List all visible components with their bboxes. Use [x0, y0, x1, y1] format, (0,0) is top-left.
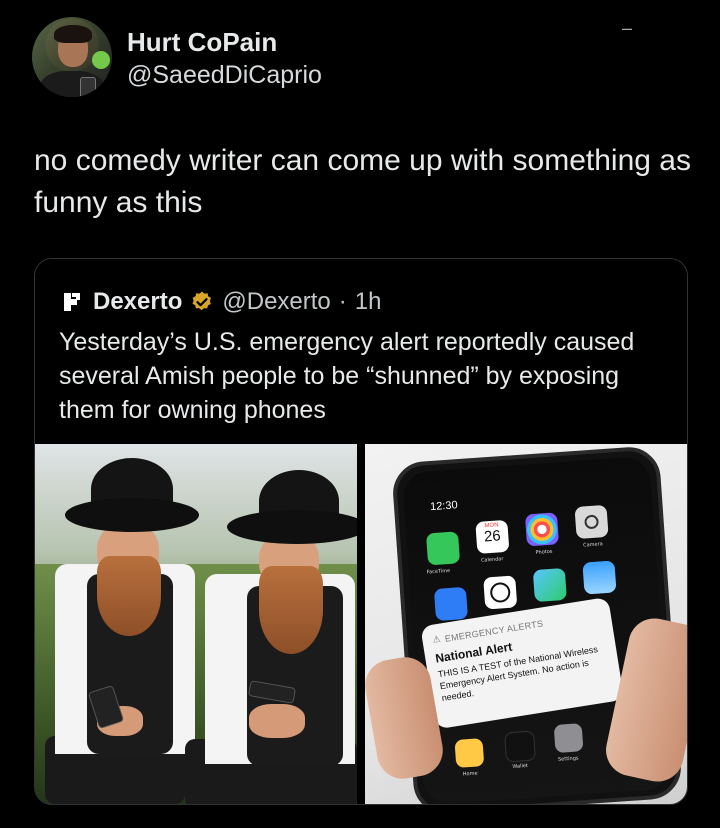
quoted-author-name[interactable]: Dexerto: [93, 288, 182, 316]
camera-app-icon: [574, 504, 609, 540]
timestamp[interactable]: 1h: [355, 288, 382, 316]
calendar-label: Calendar: [480, 556, 504, 564]
settings-app-icon: [553, 723, 584, 754]
mail-app-icon: [433, 586, 469, 622]
calendar-date: 26: [483, 527, 502, 546]
maps-app-icon: [532, 567, 567, 603]
quoted-author-handle[interactable]: @Dexerto: [222, 288, 330, 316]
weather-app-icon: [582, 560, 617, 595]
wallet-app-icon: [504, 730, 537, 763]
clock-app-icon: [483, 575, 518, 610]
media-image-amish-men[interactable]: [35, 444, 357, 804]
author-name[interactable]: Hurt CoPain: [127, 27, 277, 58]
verified-badge-icon: [190, 290, 214, 314]
warning-icon: ⚠: [431, 633, 442, 645]
home-app-icon: [454, 738, 485, 768]
phone-time: 12:30: [429, 499, 459, 514]
more-icon[interactable]: –: [622, 18, 632, 39]
calendar-app-icon: MON 26: [475, 519, 510, 554]
quoted-post[interactable]: Dexerto @Dexerto · 1h Yesterday’s U.S. e…: [34, 258, 688, 805]
settings-label: Settings: [557, 755, 579, 763]
meta-separator: ·: [338, 288, 347, 315]
photos-app-icon: [524, 512, 560, 547]
post-text: no comedy writer can come up with someth…: [34, 144, 691, 219]
home-label: Home: [462, 770, 478, 778]
author-handle[interactable]: @SaeedDiCaprio: [127, 61, 322, 90]
author-avatar[interactable]: [32, 17, 112, 97]
facetime-label: FaceTime: [426, 567, 451, 576]
quoted-post-header: Dexerto @Dexerto · 1h: [59, 287, 381, 317]
camera-label: Camera: [582, 541, 603, 549]
quoted-post-text: Yesterday’s U.S. emergency alert reporte…: [59, 328, 635, 424]
dexerto-logo-icon[interactable]: [59, 289, 85, 315]
wallet-label: Wallet: [512, 762, 529, 771]
facetime-app-icon: [425, 531, 461, 566]
man-right: [175, 454, 357, 804]
media-image-iphone-alert[interactable]: 12:30 FaceTime MON 26 Calendar Photos Ca…: [365, 444, 687, 804]
photos-label: Photos: [535, 548, 553, 556]
